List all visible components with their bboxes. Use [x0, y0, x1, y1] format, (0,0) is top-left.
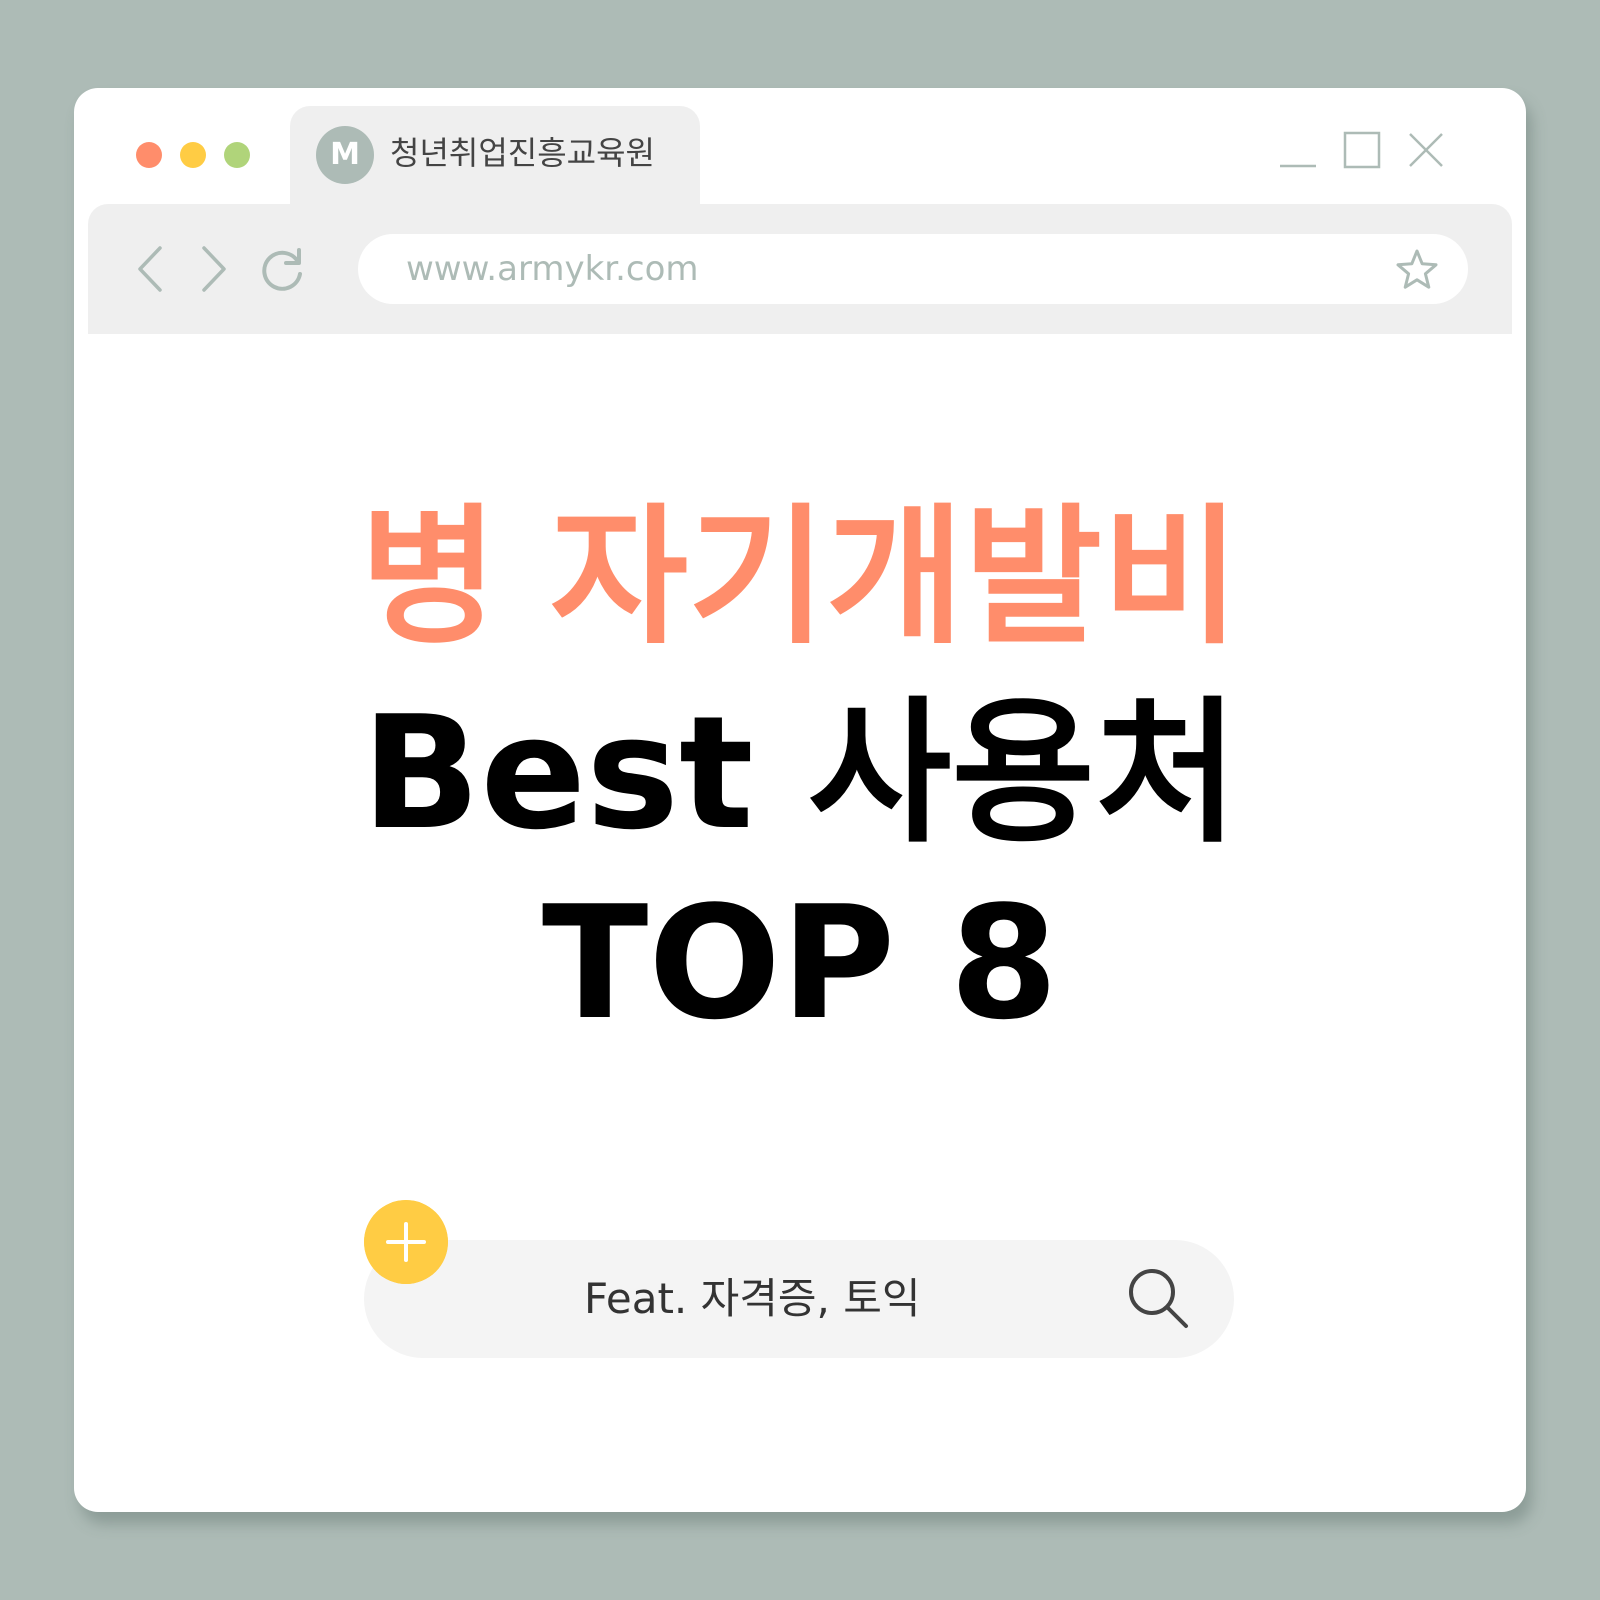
- headline-line-3: TOP 8: [541, 872, 1059, 1054]
- window-traffic-lights: [136, 142, 250, 168]
- tab-title: 청년취업진흥교육원: [390, 134, 655, 172]
- zoom-dot[interactable]: [224, 142, 250, 168]
- address-bar[interactable]: www.armykr.com: [358, 234, 1468, 304]
- minimize-icon[interactable]: [1276, 128, 1320, 172]
- minimize-dot[interactable]: [180, 142, 206, 168]
- search-icon[interactable]: [1124, 1264, 1194, 1334]
- plus-icon[interactable]: [364, 1200, 448, 1284]
- chevron-left-icon[interactable]: [128, 242, 178, 296]
- maximize-icon[interactable]: [1340, 128, 1384, 172]
- address-url: www.armykr.com: [406, 249, 699, 289]
- close-icon[interactable]: [1404, 128, 1448, 172]
- search-query: Feat. 자격증, 토익: [584, 1274, 921, 1323]
- browser-toolbar: www.armykr.com: [88, 204, 1512, 334]
- favicon-icon: M: [316, 126, 374, 184]
- close-dot[interactable]: [136, 142, 162, 168]
- browser-window: M 청년취업진흥교육원 www.armykr.com 병 자기개발비 Best …: [74, 88, 1526, 1512]
- browser-tab[interactable]: M 청년취업진흥교육원: [290, 106, 700, 206]
- headline-line-1: 병 자기개발비: [359, 491, 1241, 665]
- refresh-icon[interactable]: [258, 242, 308, 296]
- star-icon[interactable]: [1394, 247, 1440, 293]
- headline-line-2: Best 사용처: [361, 682, 1239, 864]
- search-box[interactable]: Feat. 자격증, 토익: [364, 1240, 1234, 1358]
- chevron-right-icon[interactable]: [188, 242, 238, 296]
